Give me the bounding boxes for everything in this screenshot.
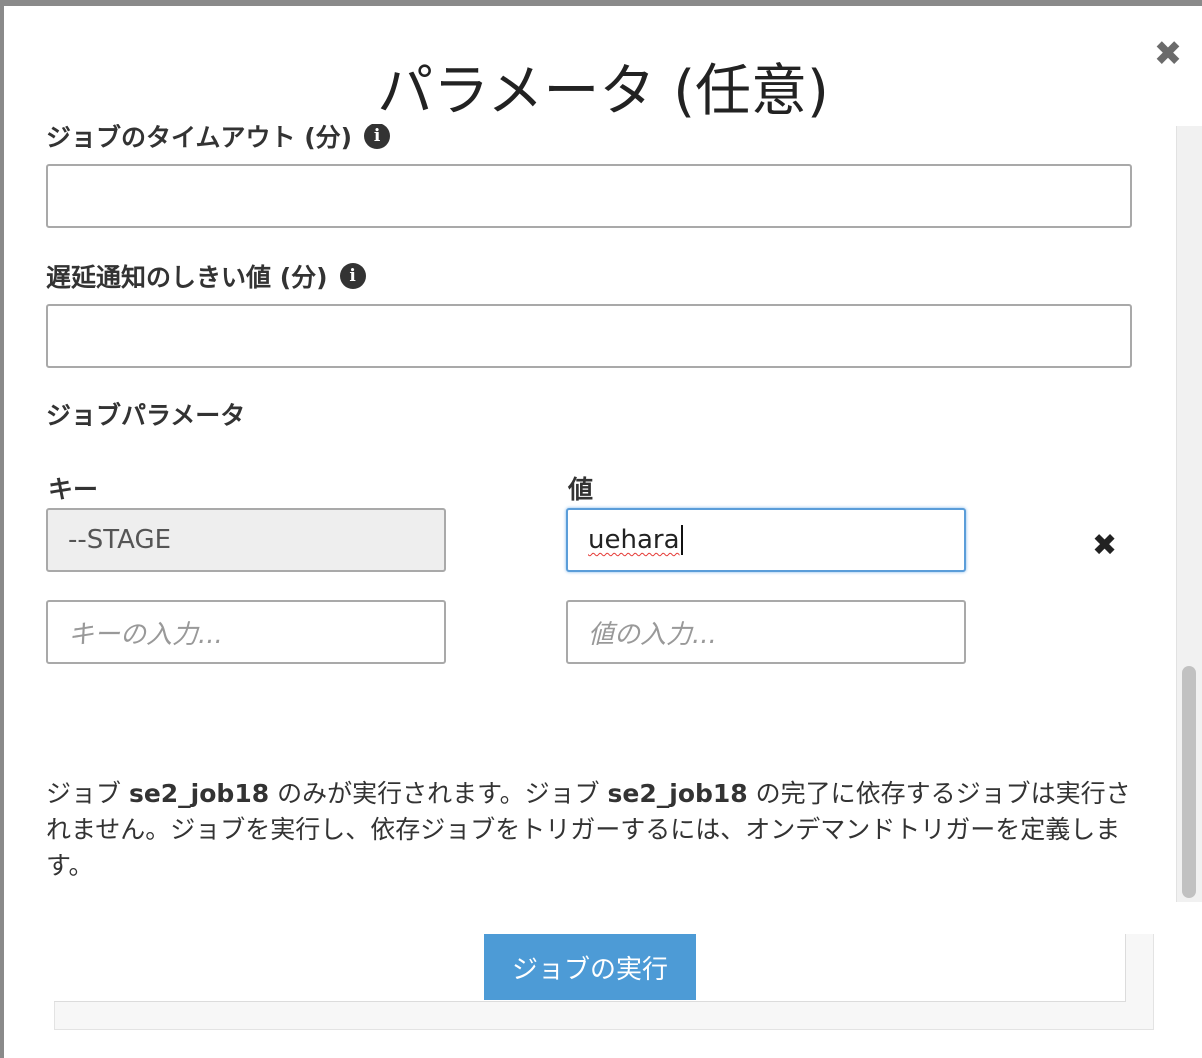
key-column-header: キー: [48, 475, 99, 504]
param-key-input: --STAGE: [46, 508, 446, 572]
notice-text: のみが実行されます。ジョブ: [269, 779, 608, 808]
text-caret: [680, 525, 683, 555]
notice-job-name: se2_job18: [128, 779, 270, 808]
run-notice: ジョブ se2_job18 のみが実行されます。ジョブ se2_job18 の完…: [46, 776, 1136, 884]
value-column-header: 値: [568, 475, 594, 504]
scrollbar-thumb[interactable]: [1182, 666, 1196, 898]
new-key-input[interactable]: キーの入力...: [46, 600, 446, 664]
dialog-title: パラメータ (任意): [377, 59, 829, 124]
param-value-input[interactable]: uehara: [566, 508, 966, 572]
delay-threshold-label-text: 遅延通知のしきい値 (分): [46, 263, 328, 292]
remove-param-icon[interactable]: ✖: [1092, 528, 1117, 563]
info-icon[interactable]: i: [364, 124, 391, 149]
delay-threshold-input[interactable]: [46, 304, 1132, 368]
timeout-label: ジョブのタイムアウト (分) i: [46, 124, 391, 154]
timeout-label-text: ジョブのタイムアウト (分): [46, 124, 353, 152]
new-value-placeholder: 値の入力...: [588, 619, 717, 650]
notice-job-name: se2_job18: [607, 779, 748, 808]
delay-threshold-label: 遅延通知のしきい値 (分) i: [46, 258, 366, 294]
job-parameters-title: ジョブパラメータ: [46, 401, 246, 430]
new-value-input[interactable]: 値の入力...: [566, 600, 966, 664]
timeout-input[interactable]: [46, 164, 1132, 228]
param-value-text: uehara: [588, 525, 680, 555]
param-key-value: --STAGE: [68, 525, 172, 555]
info-icon[interactable]: i: [339, 263, 366, 289]
notice-text: ジョブ: [46, 779, 129, 808]
new-key-placeholder: キーの入力...: [68, 619, 223, 650]
close-icon[interactable]: ✖: [1152, 34, 1184, 74]
run-job-button[interactable]: ジョブの実行: [484, 934, 696, 1000]
